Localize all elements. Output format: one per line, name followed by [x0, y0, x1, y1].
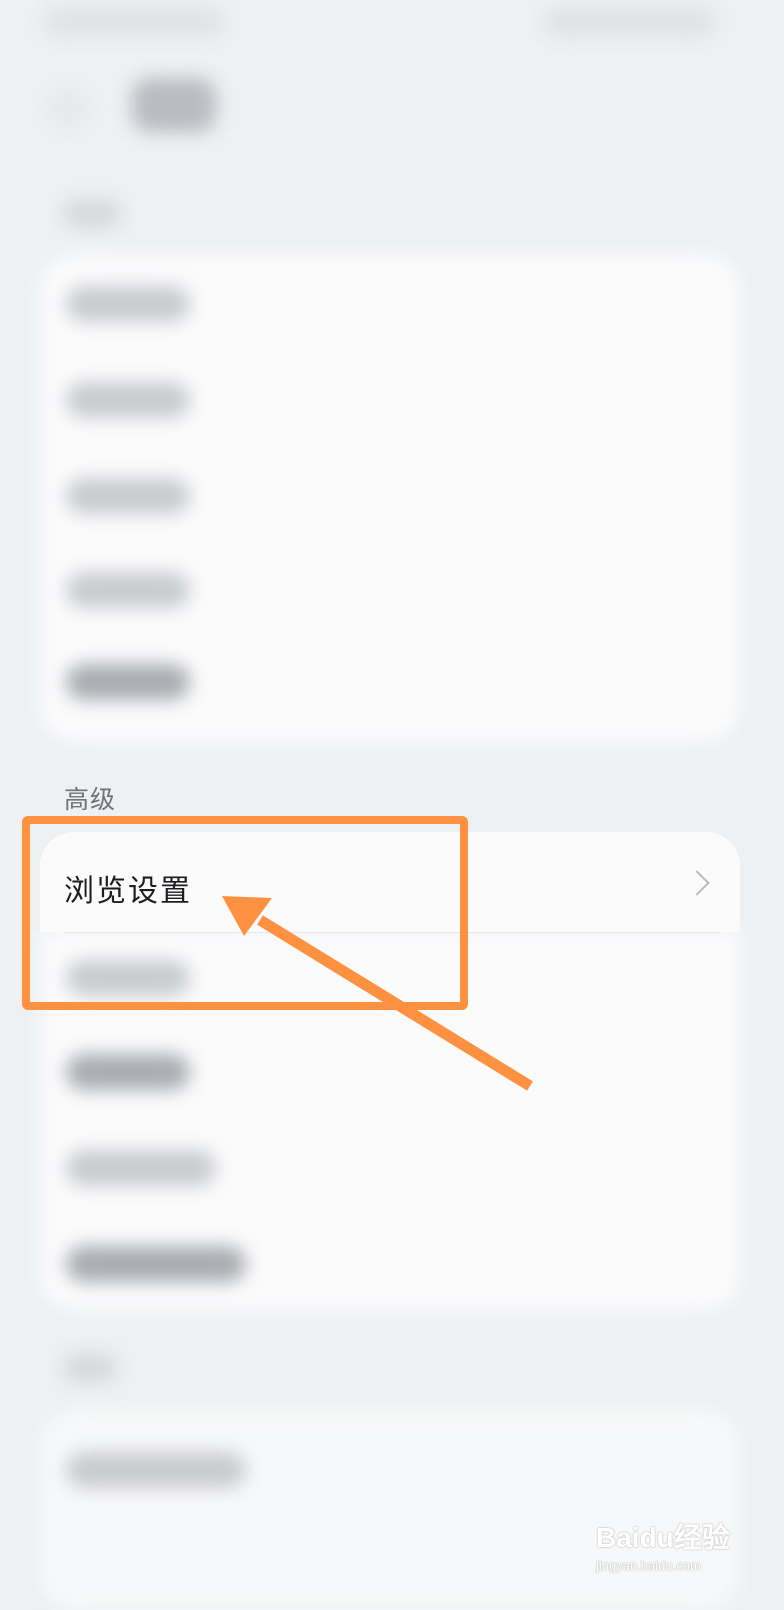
- watermark: Baidu经验 jingyan.baidu.com: [596, 1510, 746, 1584]
- annotation-arrow: [222, 896, 533, 1091]
- watermark-url: jingyan.baidu.com: [596, 1558, 701, 1573]
- arrow-shaft: [257, 915, 533, 1091]
- arrow-head: [222, 896, 272, 936]
- watermark-brand: Baidu经验: [596, 1522, 730, 1553]
